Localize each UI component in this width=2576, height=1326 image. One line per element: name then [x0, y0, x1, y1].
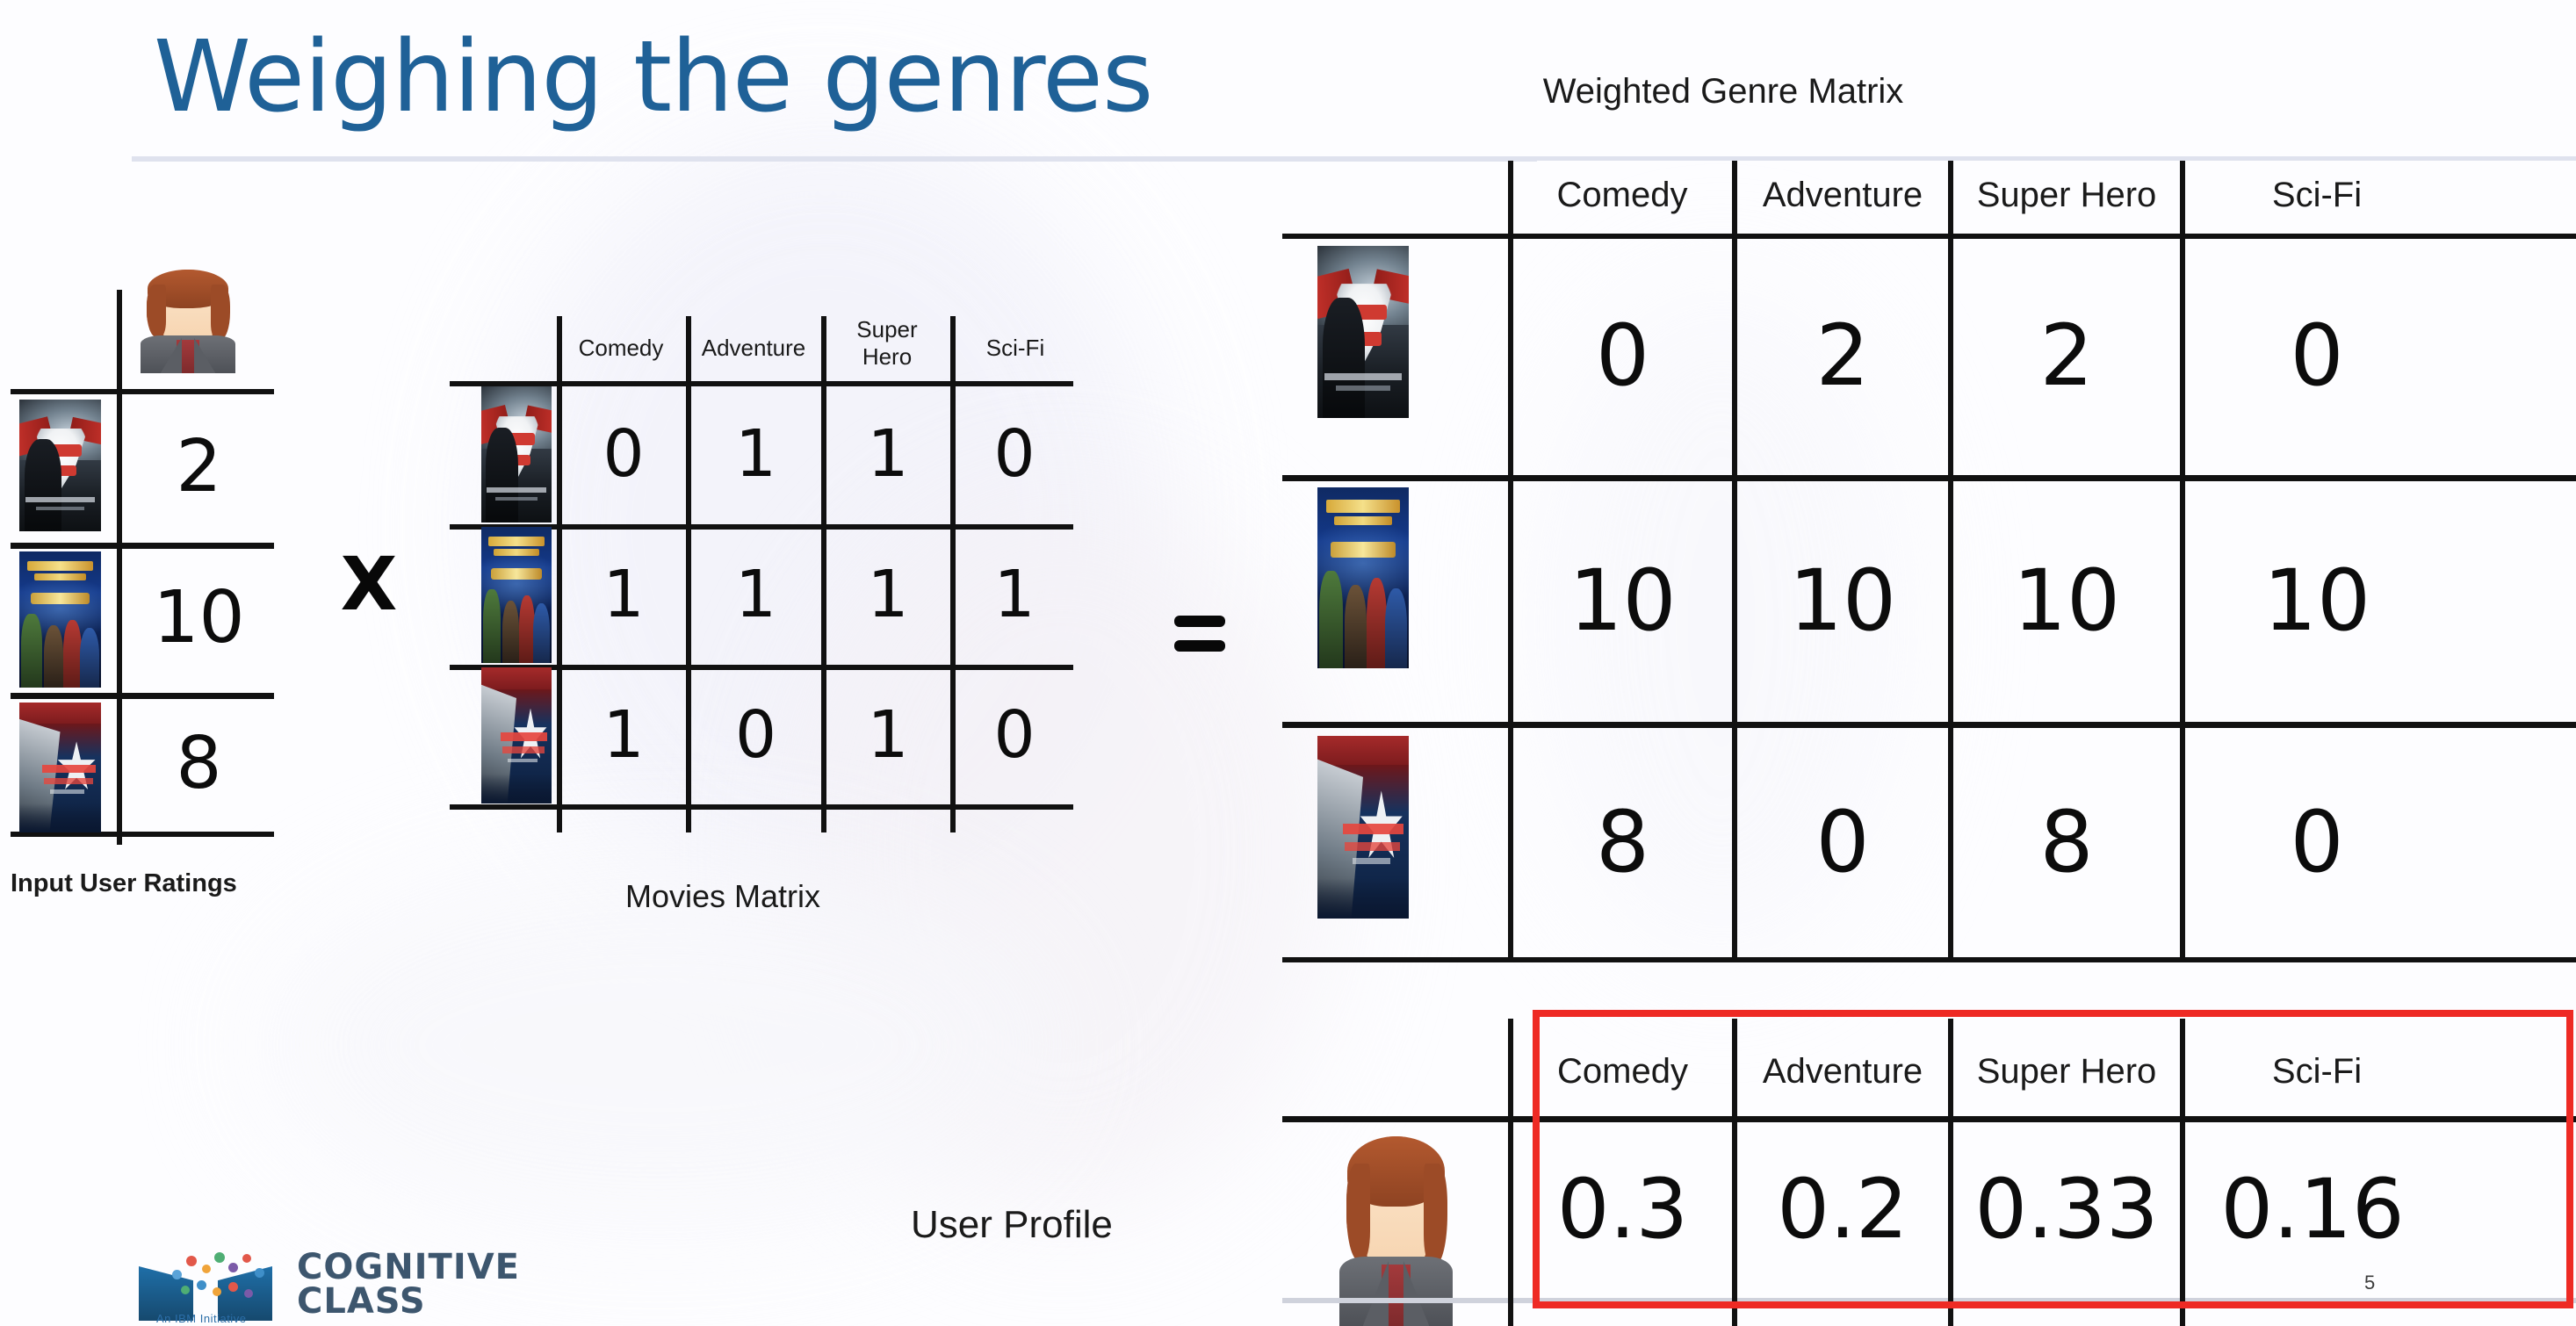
matrix-header-rule [1493, 156, 2576, 161]
movies-matrix-cell: 1 [734, 416, 777, 492]
input-user-ratings-caption: Input User Ratings [11, 869, 237, 897]
weighted-cell: 0 [2290, 306, 2344, 405]
movies-matrix-cell: 1 [603, 557, 645, 632]
matrix-rule [1282, 957, 2576, 962]
rating-cell: 2 [176, 424, 222, 508]
weighted-col-sci-fi: Sci-Fi [2271, 175, 2363, 214]
slide-canvas: Weighing the genres 2 10 8 Input User Ra… [0, 0, 2576, 1326]
movie-poster-batman-v-superman [19, 400, 101, 531]
movies-matrix-cell: 1 [734, 557, 777, 632]
user-profile-cell: 0.16 [2220, 1161, 2405, 1258]
weighted-cell: 0 [2290, 793, 2344, 891]
movies-matrix-col-comedy: Comedy [578, 334, 664, 361]
user-profile-col-comedy: Comedy [1557, 1051, 1688, 1091]
movies-matrix-cell: 1 [603, 697, 645, 773]
user-profile-caption: User Profile [911, 1203, 1113, 1246]
page-number: 5 [2364, 1272, 2376, 1294]
cognitive-class-logo: COGNITIVE CLASS An IBM Initiative [132, 1247, 519, 1326]
movies-matrix-cell: 0 [734, 697, 777, 773]
weighted-col-super-hero: Super Hero [1976, 175, 2157, 214]
user-profile-cell: 0.3 [1556, 1161, 1689, 1258]
weighted-cell: 0 [1815, 793, 1870, 891]
movie-poster-captain-america-civil-war [1317, 736, 1409, 919]
weighted-genre-matrix-caption: Weighted Genre Matrix [1542, 72, 1904, 111]
weighted-cell: 0 [1595, 306, 1650, 405]
weighted-col-comedy: Comedy [1556, 175, 1688, 214]
weighted-cell: 10 [1569, 551, 1677, 650]
movie-poster-batman-v-superman [481, 386, 552, 522]
logo-wordmark: COGNITIVE CLASS [297, 1250, 520, 1319]
multiply-operator: X [340, 541, 398, 627]
slide-title: Weighing the genres [154, 20, 1153, 134]
network-dots-icon [167, 1250, 269, 1303]
user-profile-col-adventure: Adventure [1762, 1051, 1923, 1091]
movies-matrix-caption: Movies Matrix [625, 878, 821, 914]
logo-tagline: An IBM Initiative [156, 1312, 247, 1325]
matrix-rule [1282, 1116, 2576, 1122]
movie-poster-captain-america-civil-war [19, 703, 101, 832]
user-profile-col-sci-fi: Sci-Fi [2271, 1051, 2363, 1091]
matrix-rule [1282, 1298, 2576, 1303]
movies-matrix-col-adventure: Adventure [701, 334, 806, 361]
user-profile-cell: 0.2 [1777, 1161, 1909, 1258]
movie-poster-guardians-of-the-galaxy [481, 527, 552, 663]
movies-matrix-col-sci-fi: Sci-Fi [985, 334, 1045, 361]
user-avatar [1337, 1133, 1455, 1326]
weighted-col-adventure: Adventure [1762, 175, 1923, 214]
weighted-cell: 2 [1815, 306, 1870, 405]
rating-cell: 8 [176, 721, 222, 805]
weighted-cell: 10 [2012, 551, 2121, 650]
movie-poster-guardians-of-the-galaxy [19, 551, 101, 688]
weighted-cell: 2 [2039, 306, 2094, 405]
matrix-rule [450, 804, 1073, 810]
weighted-cell: 10 [2262, 551, 2371, 650]
user-avatar [139, 268, 237, 373]
movies-matrix-cell: 1 [867, 557, 909, 632]
weighted-cell: 10 [1788, 551, 1897, 650]
title-underline [132, 156, 1537, 162]
rating-cell: 10 [153, 575, 245, 659]
background-wash [263, 861, 1054, 1229]
movies-matrix-cell: 1 [867, 416, 909, 492]
movies-matrix-cell: 0 [993, 416, 1035, 492]
movies-matrix-cell: 0 [603, 416, 645, 492]
movies-matrix-col-super-hero: Super Hero [856, 316, 918, 370]
weighted-cell: 8 [1595, 793, 1650, 891]
logo-line-2: CLASS [297, 1281, 426, 1322]
movies-matrix-cell: 0 [993, 697, 1035, 773]
movie-poster-guardians-of-the-galaxy [1317, 487, 1409, 668]
movies-matrix-cell: 1 [867, 697, 909, 773]
user-profile-col-super-hero: Super Hero [1976, 1051, 2157, 1091]
movie-poster-batman-v-superman [1317, 246, 1409, 418]
user-profile-cell: 0.33 [1974, 1161, 2159, 1258]
weighted-cell: 8 [2039, 793, 2094, 891]
movie-poster-captain-america-civil-war [481, 667, 552, 804]
movies-matrix-cell: 1 [993, 557, 1035, 632]
